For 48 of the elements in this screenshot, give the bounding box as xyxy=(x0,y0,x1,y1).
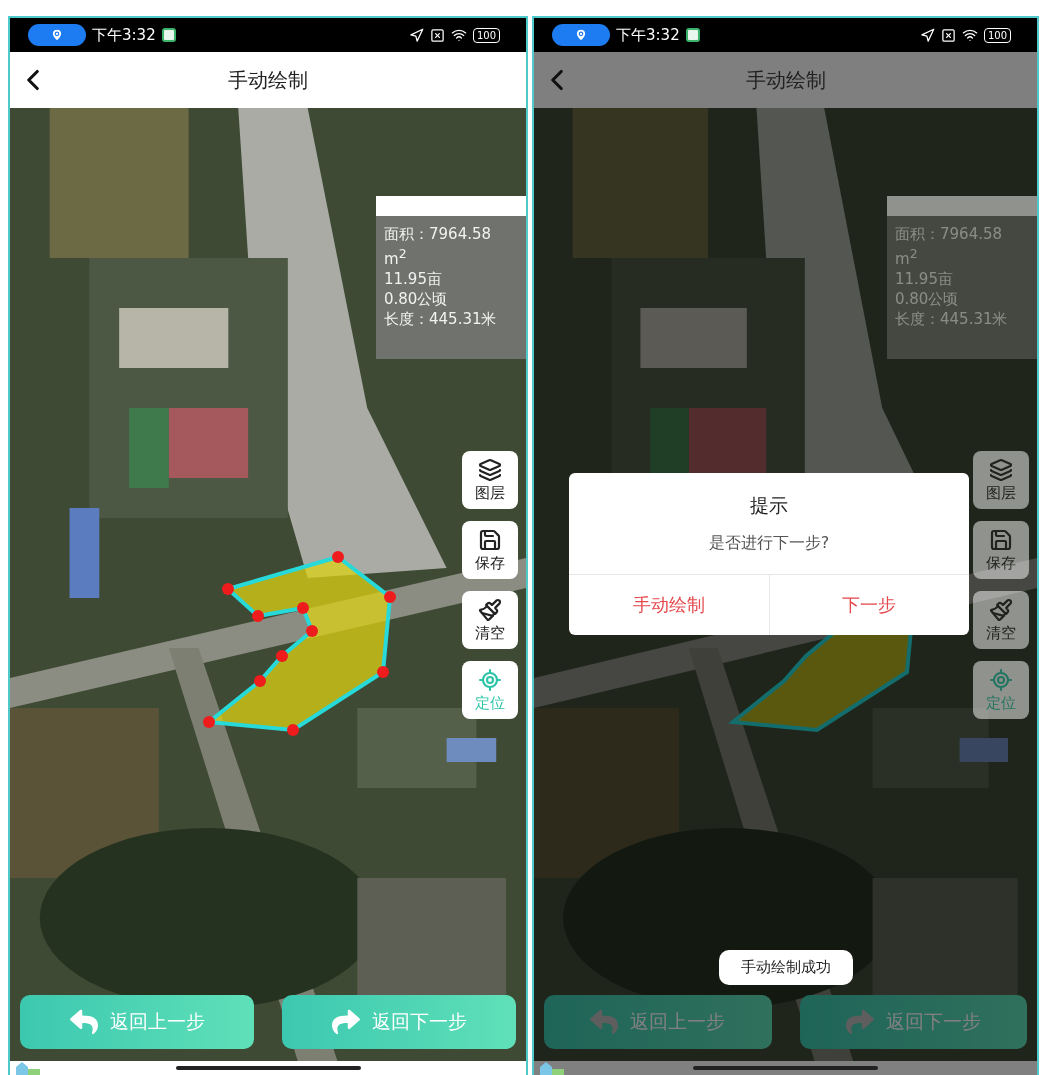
forward-arrow-icon xyxy=(331,1008,360,1036)
battery-level: 100 xyxy=(472,27,500,43)
measurement-text: 11.95亩 xyxy=(384,269,443,289)
status-time: 下午3:32 xyxy=(92,25,156,45)
close-box-icon xyxy=(429,27,445,43)
battery-level: 100 xyxy=(983,27,1011,43)
measurement-text: m$^{2}$ xyxy=(384,245,408,269)
location-pin-icon xyxy=(50,28,64,42)
app-icon xyxy=(161,28,176,42)
measurement-text: m$^{2}$ xyxy=(895,245,919,269)
map-tool-button[interactable]: 保存 xyxy=(973,521,1029,579)
paintbrush-icon xyxy=(989,597,1013,622)
forward-arrow-icon xyxy=(845,1008,874,1036)
measurement-text: 面积：7964.58 xyxy=(384,224,493,244)
page-title: 手动绘制 xyxy=(744,66,827,94)
map-tool-button[interactable]: 清空 xyxy=(973,591,1029,649)
location-pin-icon xyxy=(574,28,588,42)
map-tool-button[interactable]: 保存 xyxy=(462,521,518,579)
dialog-title: 提示 xyxy=(749,493,789,518)
map-tool-button[interactable]: 图层 xyxy=(973,451,1029,509)
crosshair-icon xyxy=(478,667,502,692)
measurement-text: 11.95亩 xyxy=(895,269,954,289)
dialog-action-button[interactable]: 手动绘制 xyxy=(569,575,769,635)
reply-arrow-icon xyxy=(590,1008,619,1036)
measurement-text: 长度：445.31米 xyxy=(895,309,1009,329)
dialog-action-button[interactable]: 下一步 xyxy=(768,575,969,635)
map-tool-button[interactable]: 图层 xyxy=(462,451,518,509)
close-box-icon xyxy=(940,27,956,43)
wifi-icon xyxy=(961,27,978,43)
page-title: 手动绘制 xyxy=(227,66,309,94)
wifi-icon xyxy=(450,27,467,43)
measurement-text: 面积：7964.58 xyxy=(895,224,1004,244)
reply-arrow-icon xyxy=(69,1008,98,1036)
toast-message: 手动绘制成功 xyxy=(718,950,853,985)
measurement-text: 0.80公顷 xyxy=(895,289,960,309)
crosshair-icon xyxy=(989,667,1013,692)
navigation-arrow-icon xyxy=(408,27,424,43)
map-tool-button[interactable]: 定位 xyxy=(462,661,518,719)
measurement-text: 长度：445.31米 xyxy=(384,309,498,329)
layers-icon xyxy=(989,457,1013,482)
status-time: 下午3:32 xyxy=(616,25,680,45)
layers-icon xyxy=(478,457,502,482)
app-icon xyxy=(685,28,700,42)
dialog-message: 是否进行下一步? xyxy=(707,533,831,554)
paintbrush-icon xyxy=(478,597,502,622)
measurement-text: 0.80公顷 xyxy=(384,289,449,309)
navigation-arrow-icon xyxy=(919,27,935,43)
map-tool-button[interactable]: 清空 xyxy=(462,591,518,649)
